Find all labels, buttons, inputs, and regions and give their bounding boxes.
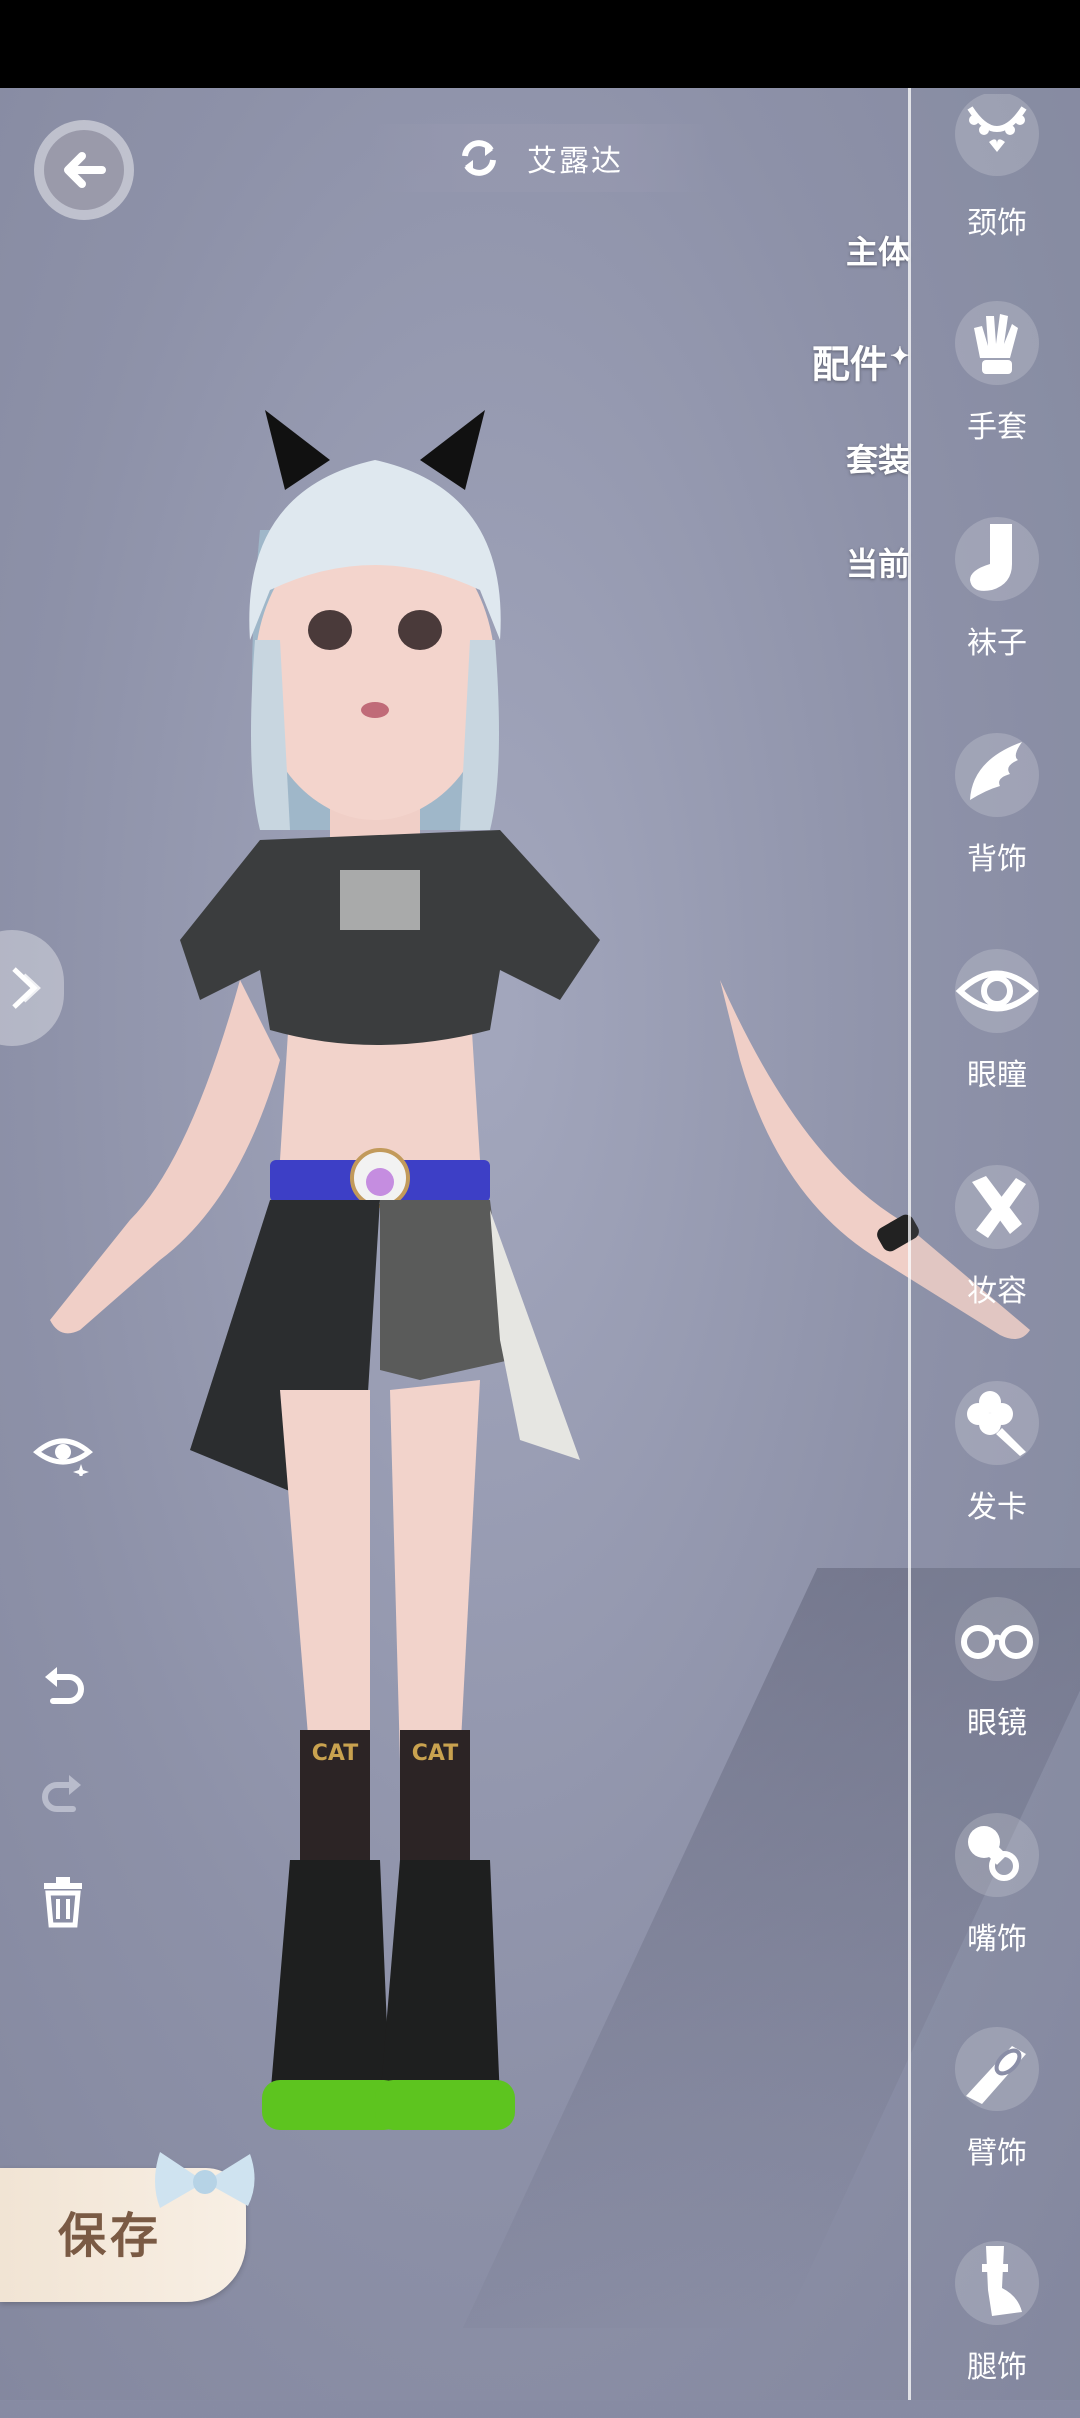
- trash-icon: [44, 1877, 82, 1928]
- undo-icon: [45, 1667, 84, 1704]
- necklace-icon: [955, 94, 1039, 176]
- sidebar-item-arm-accessory[interactable]: 臂饰: [911, 2024, 1080, 2204]
- sidebar-item-label: 眼瞳: [967, 1058, 1027, 1093]
- back-button[interactable]: [34, 120, 134, 220]
- sidebar-item-eyes[interactable]: 眼瞳: [911, 946, 1080, 1126]
- delete-button[interactable]: [28, 1866, 98, 1936]
- save-button[interactable]: 保存: [0, 2152, 255, 2302]
- status-bar: [0, 0, 1080, 88]
- eye-icon: [955, 949, 1039, 1033]
- sidebar-item-label: 妆容: [967, 1274, 1027, 1309]
- character-name: 艾露达: [527, 144, 623, 179]
- tab-current[interactable]: 当前: [800, 534, 910, 638]
- character-title-bar[interactable]: 艾露达: [370, 124, 710, 192]
- sidebar-item-socks[interactable]: 袜子: [911, 514, 1080, 694]
- sidebar-item-leg-accessory[interactable]: 腿饰: [911, 2238, 1080, 2418]
- sock-icon: [955, 517, 1039, 601]
- sidebar-item-makeup[interactable]: 妆容: [911, 1162, 1080, 1342]
- sidebar-item-gloves[interactable]: 手套: [911, 298, 1080, 478]
- sidebar-item-hairpin[interactable]: 发卡: [911, 1378, 1080, 1558]
- sidebar-item-label: 颈饰: [967, 206, 1027, 241]
- redo-icon: [42, 1775, 81, 1812]
- sidebar-item-label: 腿饰: [967, 2350, 1027, 2385]
- sidebar-item-label: 嘴饰: [967, 1922, 1027, 1957]
- glove-icon: [955, 301, 1039, 385]
- armband-icon: [955, 2027, 1039, 2111]
- sidebar-item-mouth-accessory[interactable]: 嘴饰: [911, 1810, 1080, 1990]
- accessory-category-sidebar[interactable]: 颈饰 手套 袜子 背饰 眼瞳 妆容 发卡 眼镜 嘴饰 臂饰 腿饰: [908, 88, 1080, 2400]
- pacifier-icon: [955, 1813, 1039, 1897]
- bow-decoration-icon: [155, 2152, 255, 2208]
- tab-body[interactable]: 主体: [800, 222, 910, 326]
- chevron-right-icon: [12, 967, 41, 1009]
- save-label: 保存: [58, 2208, 163, 2264]
- sidebar-item-label: 眼镜: [967, 1706, 1027, 1741]
- sidebar-item-back-accessory[interactable]: 背饰: [911, 730, 1080, 910]
- leg-icon: [955, 2241, 1039, 2325]
- tab-outfits[interactable]: 套装: [800, 430, 910, 534]
- tab-accessories[interactable]: 配件✦: [800, 326, 910, 430]
- undo-button[interactable]: [28, 1650, 98, 1720]
- glasses-icon: [955, 1597, 1039, 1681]
- makeup-icon: [955, 1165, 1039, 1249]
- visibility-toggle-button[interactable]: [28, 1416, 98, 1486]
- refresh-icon[interactable]: [457, 136, 501, 180]
- sidebar-item-label: 袜子: [967, 626, 1027, 661]
- sidebar-item-label: 手套: [967, 410, 1027, 445]
- sidebar-item-necklace[interactable]: 颈饰: [911, 94, 1080, 274]
- sock-text-left: CAT: [312, 1741, 358, 1766]
- sparkle-icon: ✦: [889, 341, 910, 370]
- redo-button[interactable]: [28, 1758, 98, 1828]
- eye-sparkle-icon: [33, 1438, 93, 1476]
- flower-clip-icon: [955, 1381, 1039, 1465]
- sidebar-item-label: 发卡: [967, 1490, 1027, 1525]
- sidebar-item-label: 臂饰: [967, 2136, 1027, 2171]
- wing-icon: [955, 733, 1039, 817]
- sidebar-item-label: 背饰: [967, 842, 1027, 877]
- sidebar-item-glasses[interactable]: 眼镜: [911, 1594, 1080, 1774]
- arrow-left-icon: [64, 152, 106, 188]
- category-tabs: 主体 配件✦ 套装 当前: [800, 222, 910, 638]
- sock-text-right: CAT: [412, 1741, 458, 1766]
